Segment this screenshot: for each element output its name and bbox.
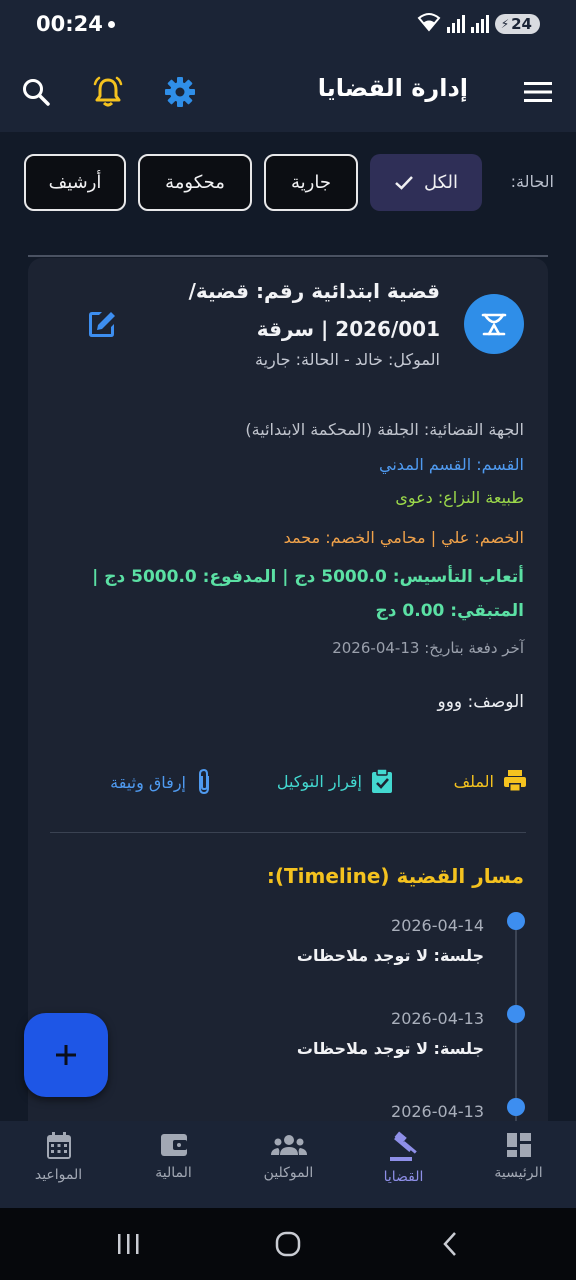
filter-label: الحالة: xyxy=(510,172,554,191)
timeline-dot xyxy=(507,912,525,930)
status-filter: الحالة: الكل جارية محكومة أرشيف xyxy=(0,154,576,212)
fees-line: أتعاب التأسيس: 5000.0 دج | المدفوع: 5000… xyxy=(92,567,524,621)
nav-label: المالية xyxy=(155,1165,192,1181)
signal-icon xyxy=(446,15,465,33)
court-line: الجهة القضائية: الجلفة (المحكمة الابتدائ… xyxy=(245,420,524,439)
search-icon xyxy=(23,79,50,106)
nav-item-finance[interactable]: المالية xyxy=(116,1121,231,1208)
battery-icon: ⚡ 24 xyxy=(494,14,540,34)
nav-item-cases[interactable]: القضايا xyxy=(346,1121,461,1208)
department-line: القسم: القسم المدني xyxy=(379,455,524,474)
nav-label: المواعيد xyxy=(34,1167,83,1183)
file-button[interactable]: الملف xyxy=(454,768,528,794)
back-button[interactable] xyxy=(430,1228,470,1260)
edit-case-button[interactable] xyxy=(84,306,120,342)
bottom-navigation: الرئيسية القضايا الموكلين المالية المواع… xyxy=(0,1121,576,1208)
case-card[interactable]: قضية ابتدائية رقم: قضية/ 2026/001 | سرقة… xyxy=(28,258,548,1138)
edit-icon xyxy=(89,312,115,337)
description-line: الوصف: ووو xyxy=(437,692,524,712)
dashboard-icon xyxy=(506,1133,531,1157)
proxy-button[interactable]: إقرار التوكيل xyxy=(277,768,394,794)
notification-dot-icon xyxy=(108,21,115,28)
attach-document-button[interactable]: إرفاق وثيقة xyxy=(110,768,214,796)
case-actions: الملف إقرار التوكيل إرفاق وثيقة xyxy=(28,768,548,808)
clipboard-check-icon xyxy=(372,768,392,793)
add-case-button[interactable] xyxy=(24,1013,108,1097)
opponent-line: الخصم: علي | محامي الخصم: محمد xyxy=(283,528,524,547)
file-label: الملف xyxy=(453,771,494,791)
menu-button[interactable] xyxy=(516,70,560,114)
timeline-text: جلسة: لا توجد ملاحظات xyxy=(296,1039,484,1058)
nav-item-home[interactable]: الرئيسية xyxy=(461,1121,576,1208)
nav-item-clients[interactable]: الموكلين xyxy=(231,1121,346,1208)
case-title: قضية ابتدائية رقم: قضية/ 2026/001 | سرقة xyxy=(188,279,440,341)
status-bar: 00:24 ⚡ 24 xyxy=(0,0,576,52)
plus-icon xyxy=(56,1045,76,1065)
people-icon xyxy=(270,1135,307,1155)
chip-label: أرشيف xyxy=(48,172,102,193)
case-avatar xyxy=(464,294,524,354)
nav-label: الموكلين xyxy=(263,1165,314,1181)
timeline-date: 2026-04-13 xyxy=(391,1009,484,1028)
search-button[interactable] xyxy=(14,70,58,114)
bell-icon xyxy=(93,76,123,107)
page-title: إدارة القضايا xyxy=(317,74,468,102)
signal-2-icon xyxy=(470,15,489,33)
nav-label: القضايا xyxy=(383,1169,424,1185)
hamburger-menu-icon xyxy=(524,82,552,102)
home-icon xyxy=(275,1231,301,1257)
recents-button[interactable] xyxy=(108,1228,148,1260)
divider xyxy=(28,255,548,257)
system-navigation xyxy=(0,1208,576,1280)
gavel-icon xyxy=(389,1131,417,1161)
paperclip-icon xyxy=(199,768,209,795)
attach-label: إرفاق وثيقة xyxy=(110,772,186,792)
timeline-date: 2026-04-13 xyxy=(391,1102,484,1121)
timeline-title: مسار القضية (Timeline): xyxy=(266,864,524,888)
app-bar: إدارة القضايا xyxy=(0,52,576,132)
card-divider xyxy=(50,832,526,833)
chip-label: الكل xyxy=(423,172,459,193)
settings-button[interactable] xyxy=(158,70,202,114)
back-icon xyxy=(443,1232,456,1256)
timeline-text: جلسة: لا توجد ملاحظات xyxy=(296,946,484,965)
gear-icon xyxy=(165,77,195,107)
timeline-date: 2026-04-14 xyxy=(391,916,484,935)
wallet-icon xyxy=(160,1134,187,1156)
check-icon xyxy=(395,175,413,190)
chip-label: محكومة xyxy=(165,172,225,193)
timeline-dot xyxy=(507,1098,525,1116)
calendar-icon xyxy=(46,1132,71,1159)
proxy-label: إقرار التوكيل xyxy=(276,771,362,791)
print-icon xyxy=(504,770,526,792)
chip-label: جارية xyxy=(291,172,331,193)
nav-item-appointments[interactable]: المواعيد xyxy=(1,1121,116,1208)
gavel-icon xyxy=(481,313,507,336)
filter-chip-all[interactable]: الكل xyxy=(370,154,482,211)
wifi-icon xyxy=(417,12,441,36)
last-payment-line: آخر دفعة بتاريخ: 13-04-2026 xyxy=(332,639,524,657)
filter-chip-archive[interactable]: أرشيف xyxy=(24,154,126,211)
recents-icon xyxy=(118,1234,139,1254)
dispute-line: طبيعة النزاع: دعوى xyxy=(395,488,524,507)
status-time: 00:24 xyxy=(36,12,103,36)
filter-chip-judged[interactable]: محكومة xyxy=(138,154,252,211)
battery-level: 24 xyxy=(511,15,532,33)
home-button[interactable] xyxy=(268,1228,308,1260)
notifications-button[interactable] xyxy=(86,70,130,114)
filter-chip-ongoing[interactable]: جارية xyxy=(264,154,358,211)
case-subtitle: الموكل: خالد - الحالة: جارية xyxy=(254,350,440,369)
timeline-dot xyxy=(507,1005,525,1023)
nav-label: الرئيسية xyxy=(494,1165,543,1181)
